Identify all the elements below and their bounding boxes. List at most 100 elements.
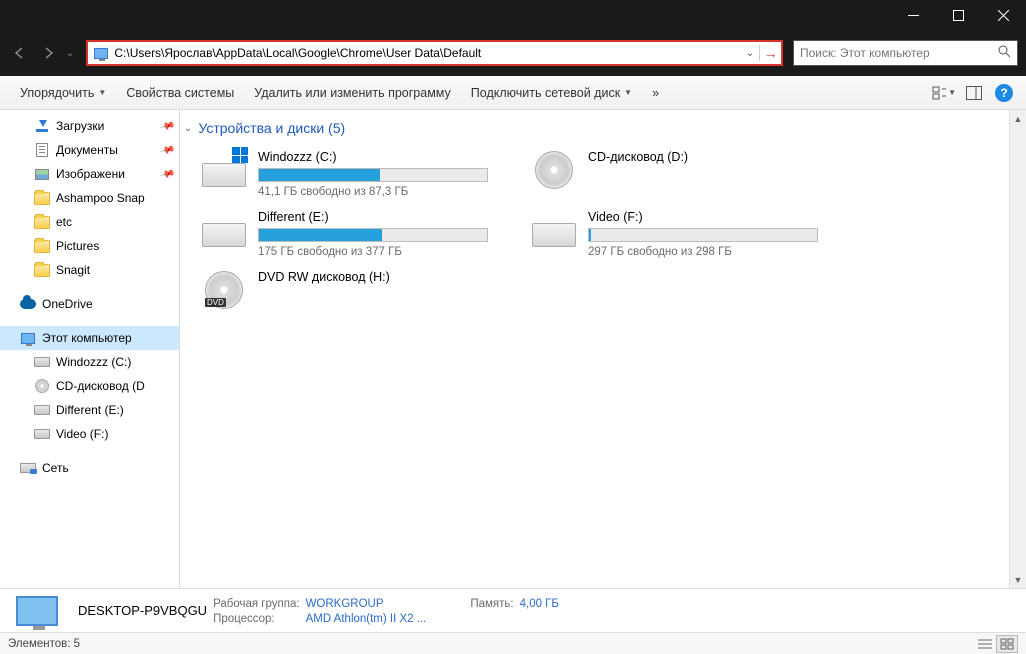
drive-name: Different (E:) [258,210,498,224]
help-button[interactable]: ? [992,81,1016,105]
maximize-button[interactable] [936,0,981,30]
drive-icon [34,354,50,370]
map-drive-label: Подключить сетевой диск [471,86,620,100]
drive-item[interactable]: CD-дисковод (D:) [524,144,834,204]
drive-icon [34,402,50,418]
sidebar-item-drive-e[interactable]: Different (E:) [0,398,179,422]
sidebar-item-onedrive[interactable]: OneDrive [0,292,179,316]
map-network-drive-button[interactable]: Подключить сетевой диск ▼ [461,82,642,104]
drive-icon [34,426,50,442]
drive-free-space: 297 ГБ свободно из 298 ГБ [588,246,828,258]
recent-locations-button[interactable]: ⌄ [64,48,76,59]
drive-item[interactable]: Windozzz (C:) 41,1 ГБ свободно из 87,3 Г… [194,144,504,204]
help-icon: ? [995,84,1013,102]
sidebar-item-downloads[interactable]: Загрузки 📌 [0,114,179,138]
sidebar-label: Этот компьютер [42,331,132,345]
sidebar-item-snagit[interactable]: Snagit [0,258,179,282]
sidebar-label: Изображени [56,167,125,181]
folder-icon [34,190,50,206]
status-bar: Элементов: 5 [0,632,1026,654]
sidebar-label: Windozzz (C:) [56,355,131,369]
sidebar-item-network[interactable]: Сеть [0,456,179,480]
search-box[interactable] [793,40,1018,66]
drive-name: DVD RW дисковод (H:) [258,270,498,284]
drive-icon: DVD [200,270,248,310]
pin-icon: 📌 [159,142,175,158]
sidebar-item-this-pc[interactable]: Этот компьютер [0,326,179,350]
drive-free-space: 175 ГБ свободно из 377 ГБ [258,246,498,258]
folder-icon [34,214,50,230]
address-input[interactable] [114,44,741,62]
scroll-up-button[interactable]: ▲ [1010,110,1026,127]
workgroup-label: Рабочая группа: [213,598,299,610]
details-computer-name: DESKTOP-P9VBQGU [78,603,207,618]
drive-free-space: 41,1 ГБ свободно из 87,3 ГБ [258,186,498,198]
capacity-bar [588,228,818,242]
close-button[interactable] [981,0,1026,30]
sidebar-label: Сеть [42,461,69,475]
sidebar-label: Pictures [56,239,99,253]
sidebar-item-etc[interactable]: etc [0,210,179,234]
preview-pane-button[interactable] [962,81,986,105]
sidebar-item-drive-f[interactable]: Video (F:) [0,422,179,446]
system-properties-button[interactable]: Свойства системы [116,82,244,104]
drive-item[interactable]: Video (F:) 297 ГБ свободно из 298 ГБ [524,204,834,264]
main-area: Загрузки 📌 Документы 📌 Изображени 📌 Ashampo… [0,110,1026,588]
cpu-value: AMD Athlon(tm) II X2 ... [306,613,427,625]
capacity-bar [258,228,488,242]
sidebar-label: Документы [56,143,118,157]
folder-icon [34,238,50,254]
sidebar-label: Different (E:) [56,403,124,417]
go-button[interactable]: → [759,45,781,61]
address-dropdown-button[interactable]: ⌄ [741,48,759,59]
address-bar[interactable]: ⌄ → [86,40,783,66]
navigation-bar: ⌄ ⌄ → [0,30,1026,76]
sidebar-item-drive-c[interactable]: Windozzz (C:) [0,350,179,374]
organize-label: Упорядочить [20,86,94,100]
organize-menu[interactable]: Упорядочить ▼ [10,82,116,104]
command-bar: Упорядочить ▼ Свойства системы Удалить и… [0,76,1026,110]
back-button[interactable] [8,41,32,65]
sidebar-item-documents[interactable]: Документы 📌 [0,138,179,162]
navigation-pane: Загрузки 📌 Документы 📌 Изображени 📌 Ashampo… [0,110,180,588]
memory-value: 4,00 ГБ [520,598,559,610]
status-item-count: Элементов: 5 [8,638,80,650]
pin-icon: 📌 [159,118,175,134]
vertical-scrollbar[interactable]: ▲ ▼ [1009,110,1026,588]
sidebar-item-pictures[interactable]: Pictures [0,234,179,258]
sidebar-item-ashampoo[interactable]: Ashampoo Snap [0,186,179,210]
sidebar-label: Video (F:) [56,427,108,441]
sidebar-label: Загрузки [56,119,104,133]
details-pane: DESKTOP-P9VBQGU Рабочая группа: Процессо… [0,588,1026,632]
scroll-down-button[interactable]: ▼ [1010,571,1026,588]
search-input[interactable] [794,44,991,62]
drive-icon [200,150,248,190]
drive-item[interactable]: Different (E:) 175 ГБ свободно из 377 ГБ [194,204,504,264]
forward-button[interactable] [36,41,60,65]
sidebar-label: OneDrive [42,297,93,311]
content-pane: ⌄ Устройства и диски (5) Windozzz (C:) 4… [180,110,1026,588]
group-header-devices[interactable]: ⌄ Устройства и диски (5) [180,110,1026,144]
sidebar-label: Snagit [56,263,90,277]
chevron-down-icon: ▼ [624,88,632,97]
toolbar-overflow-button[interactable]: » [642,82,669,104]
sidebar-item-images[interactable]: Изображени 📌 [0,162,179,186]
computer-icon [92,46,110,60]
drive-item[interactable]: DVD DVD RW дисковод (H:) [194,264,504,316]
view-options-button[interactable]: ▼ [932,81,956,105]
sidebar-item-drive-d[interactable]: CD-дисковод (D [0,374,179,398]
chevron-down-icon: ▼ [98,88,106,97]
cpu-label: Процессор: [213,613,275,625]
sidebar-label: etc [56,215,72,229]
uninstall-program-button[interactable]: Удалить или изменить программу [244,82,461,104]
chevron-down-icon: ▼ [948,88,956,97]
minimize-button[interactable] [891,0,936,30]
collapse-icon: ⌄ [184,123,192,134]
workgroup-value: WORKGROUP [306,598,384,610]
document-icon [34,142,50,158]
computer-icon [20,330,36,346]
capacity-bar [258,168,488,182]
drives-grid: Windozzz (C:) 41,1 ГБ свободно из 87,3 Г… [180,144,1026,316]
pin-icon: 📌 [159,166,175,182]
search-icon[interactable] [991,45,1017,61]
